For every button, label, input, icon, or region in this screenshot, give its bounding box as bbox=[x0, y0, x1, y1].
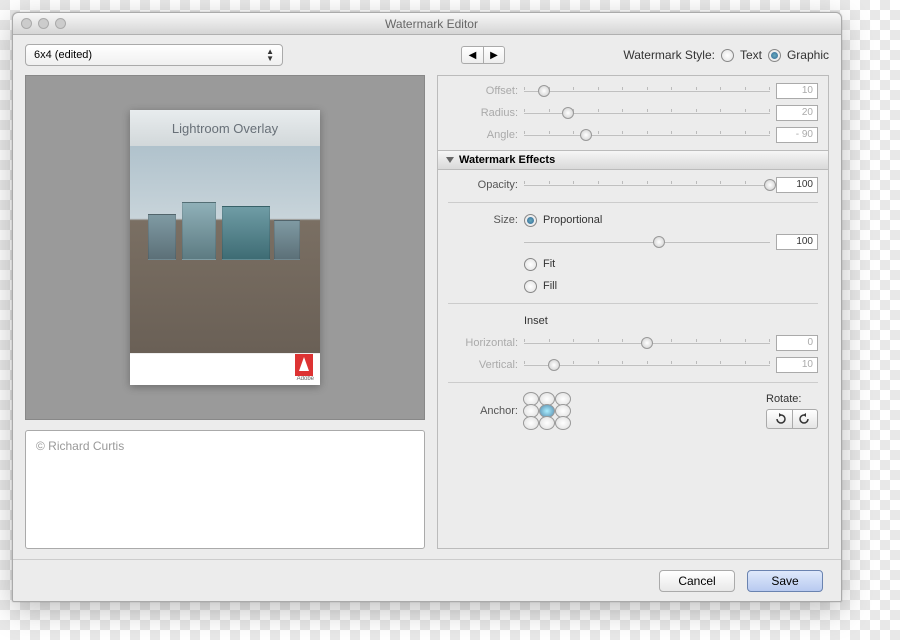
nav-buttons: ◀ ▶ bbox=[461, 46, 505, 64]
inset-horizontal-value[interactable]: 0 bbox=[776, 335, 818, 351]
radio-proportional-label: Proportional bbox=[543, 214, 602, 226]
rotate-label: Rotate: bbox=[766, 393, 801, 405]
angle-slider[interactable] bbox=[524, 129, 770, 141]
rotate-right-icon bbox=[798, 413, 812, 425]
copyright-input[interactable]: © Richard Curtis bbox=[25, 430, 425, 549]
radio-fit-label: Fit bbox=[543, 258, 555, 270]
radius-label: Radius: bbox=[448, 107, 518, 119]
effects-panel: Opacity: 100 Size: Proportional 100 bbox=[438, 170, 828, 441]
radio-fill[interactable] bbox=[524, 280, 537, 293]
size-fill-row: Fill bbox=[448, 275, 818, 297]
watermark-style-group: Watermark Style: Text Graphic bbox=[623, 48, 829, 62]
radio-fill-label: Fill bbox=[543, 280, 557, 292]
size-row: Size: Proportional bbox=[448, 209, 818, 231]
content-area: Lightroom Overlay Adobe bbox=[13, 75, 841, 559]
minimize-icon[interactable] bbox=[38, 18, 49, 29]
inset-label: Inset bbox=[524, 315, 548, 327]
dialog-footer: Cancel Save bbox=[13, 559, 841, 601]
angle-value[interactable]: - 90 bbox=[776, 127, 818, 143]
adobe-brand: Adobe bbox=[295, 376, 314, 382]
radio-fit[interactable] bbox=[524, 258, 537, 271]
size-slider-row: 100 bbox=[448, 231, 818, 253]
close-icon[interactable] bbox=[21, 18, 32, 29]
preset-selected-label: 6x4 (edited) bbox=[34, 49, 92, 61]
opacity-row: Opacity: 100 bbox=[448, 174, 818, 196]
inset-vertical-slider[interactable] bbox=[524, 359, 770, 371]
radio-text-label: Text bbox=[740, 48, 762, 62]
radio-graphic[interactable] bbox=[768, 49, 781, 62]
angle-row: Angle: - 90 bbox=[448, 124, 818, 146]
zoom-icon[interactable] bbox=[55, 18, 66, 29]
toolbar: 6x4 (edited) ▲▼ ◀ ▶ Watermark Style: Tex… bbox=[13, 35, 841, 75]
chevron-updown-icon: ▲▼ bbox=[266, 48, 274, 62]
adobe-logo-icon bbox=[295, 354, 313, 376]
offset-row: Offset: 10 bbox=[448, 80, 818, 102]
save-button[interactable]: Save bbox=[747, 570, 823, 592]
radio-text[interactable] bbox=[721, 49, 734, 62]
preview-panel: Lightroom Overlay Adobe bbox=[25, 75, 425, 420]
inset-horizontal-slider[interactable] bbox=[524, 337, 770, 349]
radius-slider[interactable] bbox=[524, 107, 770, 119]
titlebar: Watermark Editor bbox=[13, 13, 841, 35]
opacity-slider[interactable] bbox=[524, 179, 770, 191]
preview-photo: Lightroom Overlay Adobe bbox=[130, 110, 320, 385]
cancel-button[interactable]: Cancel bbox=[659, 570, 735, 592]
size-fit-row: Fit bbox=[448, 253, 818, 275]
photo-footer: Adobe bbox=[130, 353, 320, 385]
rotate-right-button[interactable] bbox=[792, 409, 818, 429]
radius-row: Radius: 20 bbox=[448, 102, 818, 124]
inset-vertical-row: Vertical: 10 bbox=[448, 354, 818, 376]
radio-graphic-label: Graphic bbox=[787, 48, 829, 62]
shadow-panel: Offset: 10 Radius: 20 Angle: - 90 bbox=[438, 76, 828, 150]
preset-dropdown[interactable]: 6x4 (edited) ▲▼ bbox=[25, 44, 283, 66]
settings-panel: Offset: 10 Radius: 20 Angle: - 90 Waterm bbox=[437, 75, 829, 549]
size-label: Size: bbox=[448, 214, 518, 226]
size-slider[interactable] bbox=[524, 236, 770, 248]
inset-horizontal-label: Horizontal: bbox=[448, 337, 518, 349]
inset-horizontal-row: Horizontal: 0 bbox=[448, 332, 818, 354]
window-title: Watermark Editor bbox=[66, 17, 797, 31]
traffic-lights bbox=[13, 18, 66, 29]
left-column: Lightroom Overlay Adobe bbox=[25, 75, 425, 549]
anchor-rotate-row: Anchor: Rotate: bbox=[448, 389, 818, 437]
prev-button[interactable]: ◀ bbox=[461, 46, 483, 64]
watermark-editor-window: Watermark Editor 6x4 (edited) ▲▼ ◀ ▶ Wat… bbox=[12, 12, 842, 602]
watermark-style-label: Watermark Style: bbox=[623, 48, 715, 62]
inset-vertical-label: Vertical: bbox=[448, 359, 518, 371]
offset-value[interactable]: 10 bbox=[776, 83, 818, 99]
anchor-label: Anchor: bbox=[448, 393, 518, 417]
inset-vertical-value[interactable]: 10 bbox=[776, 357, 818, 373]
preview-image bbox=[130, 146, 320, 353]
opacity-value[interactable]: 100 bbox=[776, 177, 818, 193]
effects-header[interactable]: Watermark Effects bbox=[438, 150, 828, 170]
offset-label: Offset: bbox=[448, 85, 518, 97]
radio-proportional[interactable] bbox=[524, 214, 537, 227]
anchor-grid[interactable] bbox=[524, 393, 572, 429]
radius-value[interactable]: 20 bbox=[776, 105, 818, 121]
opacity-label: Opacity: bbox=[448, 179, 518, 191]
offset-slider[interactable] bbox=[524, 85, 770, 97]
size-value[interactable]: 100 bbox=[776, 234, 818, 250]
rotate-left-icon bbox=[773, 413, 787, 425]
inset-label-row: Inset bbox=[448, 310, 818, 332]
copyright-text: © Richard Curtis bbox=[36, 439, 124, 453]
disclosure-triangle-icon bbox=[446, 157, 454, 163]
next-button[interactable]: ▶ bbox=[483, 46, 505, 64]
effects-header-label: Watermark Effects bbox=[459, 154, 555, 166]
rotate-left-button[interactable] bbox=[766, 409, 792, 429]
angle-label: Angle: bbox=[448, 129, 518, 141]
overlay-text: Lightroom Overlay bbox=[130, 110, 320, 146]
